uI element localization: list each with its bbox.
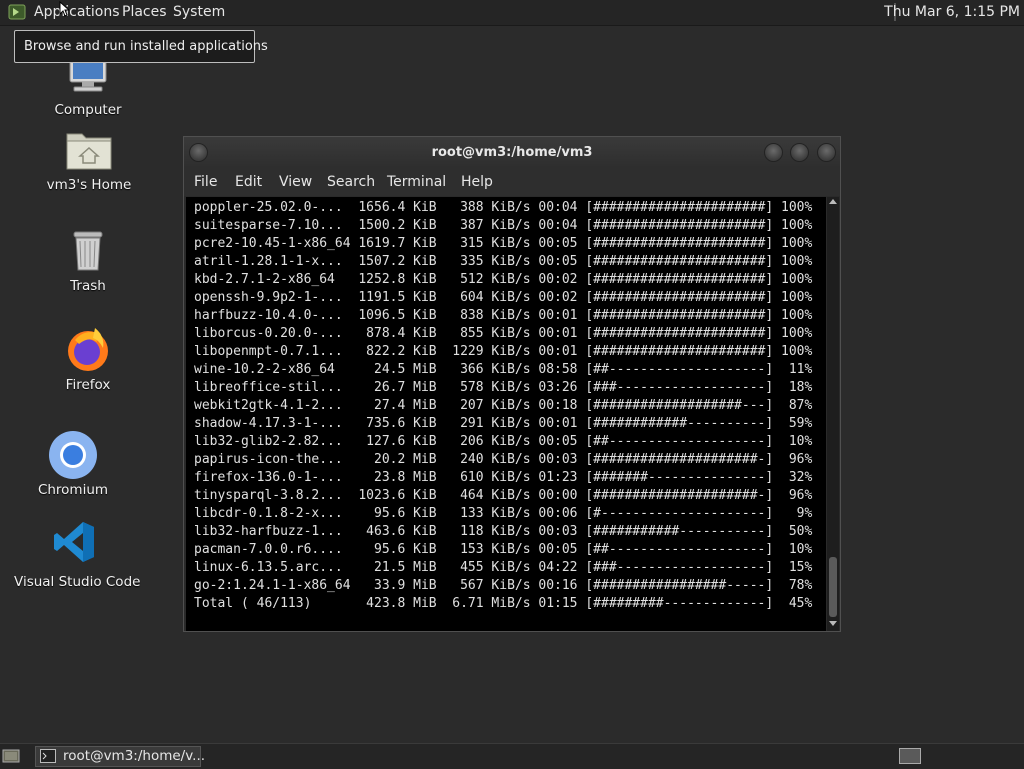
terminal-titlebar[interactable]: root@vm3:/home/vm3 bbox=[184, 137, 840, 168]
home-folder-icon bbox=[66, 133, 112, 170]
terminal-line: kbd-2.7.1-2-x86_64 1252.8 KiB 512 KiB/s … bbox=[194, 272, 813, 287]
terminal-line: shadow-4.17.3-1-... 735.6 KiB 291 KiB/s … bbox=[194, 416, 813, 431]
menu-help[interactable]: Help bbox=[461, 174, 493, 190]
terminal-line: linux-6.13.5.arc... 21.5 MiB 455 KiB/s 0… bbox=[194, 560, 813, 575]
workspace-switcher[interactable] bbox=[899, 748, 921, 764]
menu-search[interactable]: Search bbox=[327, 174, 375, 190]
menu-system[interactable]: System bbox=[173, 4, 225, 20]
desktop-icon-label: Chromium bbox=[37, 482, 109, 498]
firefox-icon bbox=[68, 328, 108, 371]
terminal-icon bbox=[40, 749, 56, 763]
applications-tooltip: Browse and run installed applications bbox=[14, 30, 268, 63]
bottom-panel: root@vm3:/home/v... bbox=[0, 743, 1024, 769]
terminal-line: liborcus-0.20.0-... 878.4 KiB 855 KiB/s … bbox=[194, 326, 813, 341]
desktop-icon-label: Computer bbox=[54, 102, 122, 118]
menu-edit[interactable]: Edit bbox=[235, 174, 262, 190]
clock[interactable]: Thu Mar 6, 1:15 PM bbox=[884, 4, 1020, 20]
terminal-line: lib32-glib2-2.82... 127.6 KiB 206 KiB/s … bbox=[194, 434, 813, 449]
taskbar-terminal-button[interactable]: root@vm3:/home/v... bbox=[35, 746, 205, 767]
desktop-icon-home[interactable]: vm3's Home bbox=[44, 130, 134, 193]
trash-icon bbox=[73, 231, 103, 271]
minimize-button[interactable] bbox=[764, 143, 783, 162]
menu-places[interactable]: Places bbox=[122, 4, 167, 20]
desktop-icon-label: Trash bbox=[70, 278, 106, 294]
desktop-icon-firefox[interactable]: Firefox bbox=[48, 326, 128, 393]
desktop-icon-chromium[interactable]: Chromium bbox=[33, 430, 113, 498]
terminal-line: webkit2gtk-4.1-2... 27.4 MiB 207 KiB/s 0… bbox=[194, 398, 813, 413]
terminal-line: pacman-7.0.0.r6.... 95.6 KiB 153 KiB/s 0… bbox=[194, 542, 813, 557]
terminal-menubar: File Edit View Search Terminal Help bbox=[184, 168, 840, 196]
menu-view[interactable]: View bbox=[279, 174, 312, 190]
terminal-line: libcdr-0.1.8-2-x... 95.6 KiB 133 KiB/s 0… bbox=[194, 506, 813, 521]
terminal-line: libreoffice-stil... 26.7 MiB 578 KiB/s 0… bbox=[194, 380, 813, 395]
top-panel: Applications Places System Thu Mar 6, 1:… bbox=[0, 0, 1024, 26]
chromium-icon bbox=[49, 431, 97, 479]
computer-icon bbox=[69, 60, 107, 92]
mouse-cursor-icon bbox=[59, 1, 69, 17]
terminal-line: wine-10.2-2-x86_64 24.5 MiB 366 KiB/s 08… bbox=[194, 362, 813, 377]
terminal-line: harfbuzz-10.4.0-... 1096.5 KiB 838 KiB/s… bbox=[194, 308, 813, 323]
menu-terminal[interactable]: Terminal bbox=[387, 174, 446, 190]
menu-file[interactable]: File bbox=[194, 174, 217, 190]
menu-applications[interactable]: Applications bbox=[34, 4, 120, 20]
terminal-line: go-2:1.24.1-1-x86_64 33.9 MiB 567 KiB/s … bbox=[194, 578, 813, 593]
vscode-icon bbox=[54, 522, 94, 562]
desktop-icon-label: Visual Studio Code bbox=[14, 574, 141, 590]
desktop-icon-trash[interactable]: Trash bbox=[48, 230, 128, 294]
terminal-scrollbar[interactable] bbox=[827, 197, 839, 631]
scroll-up-arrow-icon[interactable] bbox=[829, 199, 837, 204]
terminal-title: root@vm3:/home/vm3 bbox=[431, 145, 593, 160]
desktop-icon-label: vm3's Home bbox=[46, 177, 132, 193]
terminal-line: poppler-25.02.0-... 1656.4 KiB 388 KiB/s… bbox=[194, 200, 813, 215]
terminal-line: pcre2-10.45-1-x86_64 1619.7 KiB 315 KiB/… bbox=[194, 236, 813, 251]
terminal-line: tinysparql-3.8.2... 1023.6 KiB 464 KiB/s… bbox=[194, 488, 813, 503]
terminal-line: suitesparse-7.10... 1500.2 KiB 387 KiB/s… bbox=[194, 218, 813, 233]
desktop-icon-computer[interactable]: Computer bbox=[48, 60, 128, 118]
scrollbar-thumb[interactable] bbox=[829, 557, 837, 617]
scroll-down-arrow-icon[interactable] bbox=[829, 621, 837, 626]
terminal-line: papirus-icon-the... 20.2 MiB 240 KiB/s 0… bbox=[194, 452, 813, 467]
terminal-window[interactable]: root@vm3:/home/vm3 File Edit View Search… bbox=[183, 136, 841, 632]
terminal-line: atril-1.28.1-1-x... 1507.2 KiB 335 KiB/s… bbox=[194, 254, 813, 269]
applications-menu-icon[interactable] bbox=[8, 4, 26, 20]
terminal-line: firefox-136.0-1-... 23.8 MiB 610 KiB/s 0… bbox=[194, 470, 813, 485]
close-button[interactable] bbox=[817, 143, 836, 162]
maximize-button[interactable] bbox=[790, 143, 809, 162]
terminal-line: Total ( 46/113) 423.8 MiB 6.71 MiB/s 01:… bbox=[194, 596, 813, 611]
terminal-line: libopenmpt-0.7.1... 822.2 KiB 1229 KiB/s… bbox=[194, 344, 813, 359]
terminal-output[interactable]: poppler-25.02.0-... 1656.4 KiB 388 KiB/s… bbox=[186, 197, 826, 631]
terminal-line: openssh-9.9p2-1-... 1191.5 KiB 604 KiB/s… bbox=[194, 290, 813, 305]
desktop-icon-label: Firefox bbox=[65, 377, 111, 393]
show-desktop-icon[interactable] bbox=[2, 748, 20, 764]
taskbar-task-label: root@vm3:/home/v... bbox=[63, 748, 206, 764]
desktop-icon-vscode[interactable]: Visual Studio Code bbox=[14, 520, 141, 590]
terminal-line: lib32-harfbuzz-1... 463.6 KiB 118 KiB/s … bbox=[194, 524, 813, 539]
